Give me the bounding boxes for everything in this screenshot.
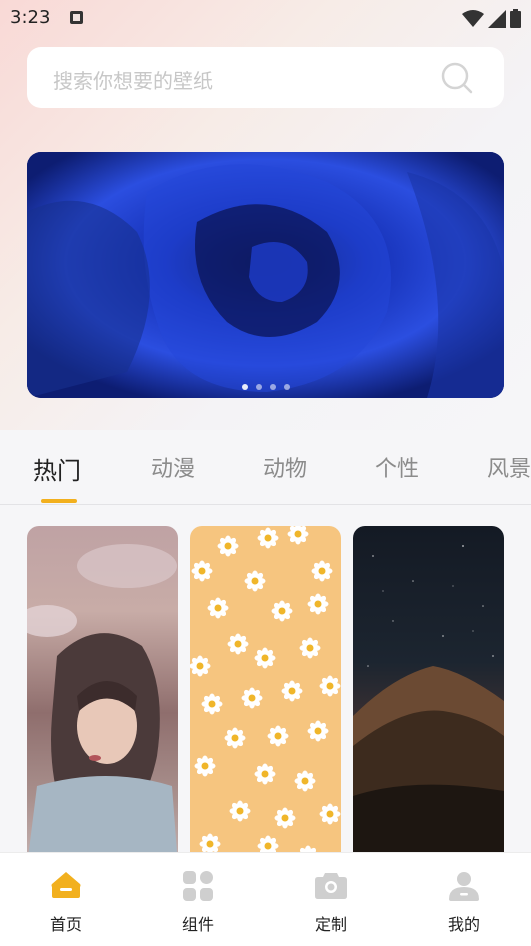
search-icon[interactable]: [440, 61, 474, 95]
category-tabs: 热门 动漫 动物 个性 风景: [0, 440, 531, 505]
nav-customize[interactable]: 定制: [265, 853, 397, 946]
daisy-flower: [207, 597, 229, 619]
tab-scenery[interactable]: 风景: [487, 451, 531, 483]
daisy-flower: [254, 763, 276, 785]
daisy-flower: [254, 647, 276, 669]
wallpaper-card[interactable]: [27, 526, 178, 866]
daisy-flower: [307, 593, 329, 615]
search-bar[interactable]: 搜索你想要的壁纸: [27, 47, 504, 108]
carousel-dot[interactable]: [241, 384, 248, 390]
wallpaper-card[interactable]: [353, 526, 504, 866]
daisy-flower: [241, 687, 263, 709]
tab-active-indicator: [41, 499, 77, 503]
daisy-flower: [191, 560, 213, 582]
daisy-flower: [319, 675, 341, 697]
nav-mine[interactable]: 我的: [398, 853, 530, 946]
bottom-navigation: 首页 组件 定制 我的: [0, 852, 531, 946]
daisy-flower: [319, 803, 341, 825]
widgets-icon: [183, 871, 213, 901]
home-icon: [51, 872, 81, 898]
daisy-flower: [201, 693, 223, 715]
wifi-icon: [462, 9, 484, 27]
status-time: 3:23: [10, 7, 51, 28]
wallpaper-card[interactable]: [190, 526, 341, 866]
carousel-indicator: [27, 384, 504, 390]
girl-portrait-image: [27, 544, 178, 866]
nav-home-label: 首页: [49, 915, 82, 934]
daisy-flower: [257, 527, 279, 549]
nav-customize-label: 定制: [314, 915, 347, 934]
carousel-dot[interactable]: [269, 384, 276, 390]
notification-icon: [70, 11, 83, 24]
nav-home[interactable]: 首页: [0, 853, 132, 946]
nav-widgets[interactable]: 组件: [132, 853, 264, 946]
daisy-pattern-image: [190, 526, 341, 866]
blue-rose-image: [27, 152, 504, 398]
nav-mine-label: 我的: [447, 915, 480, 934]
daisy-flower: [190, 655, 211, 677]
battery-icon: [510, 9, 521, 28]
daisy-flower: [271, 600, 293, 622]
daisy-flower: [217, 535, 239, 557]
mountain-night-image: [353, 545, 504, 866]
daisy-flower: [281, 680, 303, 702]
tab-personality[interactable]: 个性: [375, 451, 419, 483]
user-icon: [449, 872, 479, 901]
carousel-dot[interactable]: [255, 384, 262, 390]
daisy-flower: [244, 570, 266, 592]
daisy-flower: [311, 560, 333, 582]
daisy-flower: [287, 526, 309, 545]
banner-carousel[interactable]: [27, 152, 504, 398]
tab-hot[interactable]: 热门: [33, 451, 81, 486]
nav-widgets-label: 组件: [181, 915, 214, 934]
daisy-flower: [274, 807, 296, 829]
status-bar: 3:23: [0, 0, 531, 36]
daisy-flower: [294, 770, 316, 792]
daisy-flower: [194, 755, 216, 777]
carousel-dot[interactable]: [283, 384, 290, 390]
daisy-flower: [307, 720, 329, 742]
daisy-flower: [229, 800, 251, 822]
daisy-flower: [224, 727, 246, 749]
camera-icon: [315, 873, 347, 899]
tab-animals[interactable]: 动物: [263, 451, 307, 483]
tab-anime[interactable]: 动漫: [151, 451, 195, 483]
daisy-flower: [267, 725, 289, 747]
daisy-flower: [227, 633, 249, 655]
search-input[interactable]: 搜索你想要的壁纸: [53, 65, 213, 94]
system-icons: [462, 9, 521, 28]
daisy-flower: [299, 637, 321, 659]
signal-icon: [488, 9, 506, 28]
